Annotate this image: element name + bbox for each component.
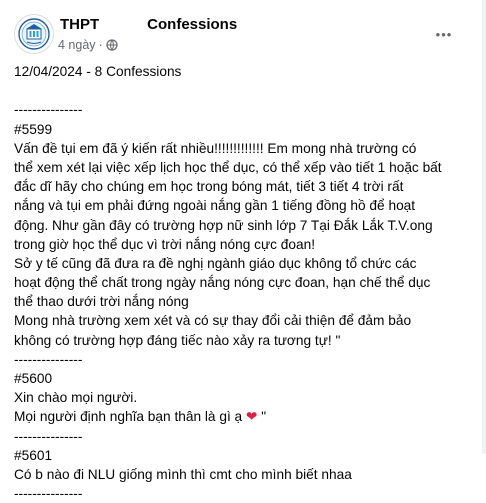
confession-text-line-with-heart: Mọi người định nghĩa bạn thân là gì ạ ❤ … <box>14 407 476 426</box>
school-logo-icon <box>16 16 52 52</box>
post-card: THPT Confessions 4 ngày · ••• 12/04/2024 … <box>0 0 486 501</box>
heart-icon: ❤ <box>245 409 258 425</box>
confession-text-line: Có b nào đi NLU giống mình thì cmt cho m… <box>14 466 352 482</box>
confession-text-line: Mong nhà trường xem xét và có sự thay đổ… <box>14 313 412 329</box>
separator-line: --------------- <box>14 486 83 502</box>
confession-number: #5599 <box>14 121 53 137</box>
page-name-suffix[interactable]: Confessions <box>147 16 237 33</box>
separator-line: --------------- <box>14 351 83 367</box>
post-header: THPT Confessions 4 ngày · ••• <box>14 14 474 58</box>
confession-text-line: đắc dĩ hãy cho chúng em học trong bóng m… <box>14 179 404 195</box>
confession-text-line: Vấn đề tụi em đã ý kiến rất nhiều!!!!!!!… <box>14 140 417 156</box>
post-date-line: 12/04/2024 - 8 Confessions <box>14 64 182 79</box>
page-name[interactable]: THPT <box>60 16 99 33</box>
feed-background-edge <box>482 0 486 454</box>
more-horizontal-icon: ••• <box>435 26 453 42</box>
separator-line: --------------- <box>14 102 83 118</box>
post-time[interactable]: 4 ngày <box>58 38 96 52</box>
page-name-link[interactable]: THPT Confessions <box>60 16 237 33</box>
confession-text-line: thể thao dưới trời nắng nóng <box>14 294 189 310</box>
meta-separator: · <box>98 38 103 52</box>
confession-text-line: trong giờ học thể dục vì trời nắng nóng … <box>14 236 316 252</box>
confession-text-line: không có trường hợp đáng tiếc nào xảy ra… <box>14 332 341 348</box>
heart-line-quote: " <box>257 409 267 425</box>
post-content: 12/04/2024 - 8 Confessions -------------… <box>14 62 476 503</box>
globe-icon[interactable] <box>106 39 118 51</box>
confession-text-line: Xin chào mọi người. <box>14 390 138 406</box>
more-options-button[interactable]: ••• <box>430 22 458 46</box>
confession-text-line: thể xem xét lại việc xếp lịch học thể dụ… <box>14 159 442 175</box>
separator-line: --------------- <box>14 428 83 444</box>
post-meta: 4 ngày · <box>58 38 118 52</box>
confession-text-line: hoạt động thể chất trong ngày nắng nóng … <box>14 275 431 291</box>
confession-number: #5600 <box>14 371 53 386</box>
page-avatar[interactable] <box>14 14 54 54</box>
confession-text-line: nắng và tụi em phải đứng ngoài nắng gần … <box>14 198 416 214</box>
confession-text-line: động. Như gần đây có trường hợp nữ sinh … <box>14 217 433 233</box>
confession-number: #5601 <box>14 447 53 463</box>
confession-text-line: Sở y tế cũng đã đưa ra đề nghị ngành giá… <box>14 255 417 271</box>
heart-line-text: Mọi người định nghĩa bạn thân là gì ạ <box>14 409 246 425</box>
